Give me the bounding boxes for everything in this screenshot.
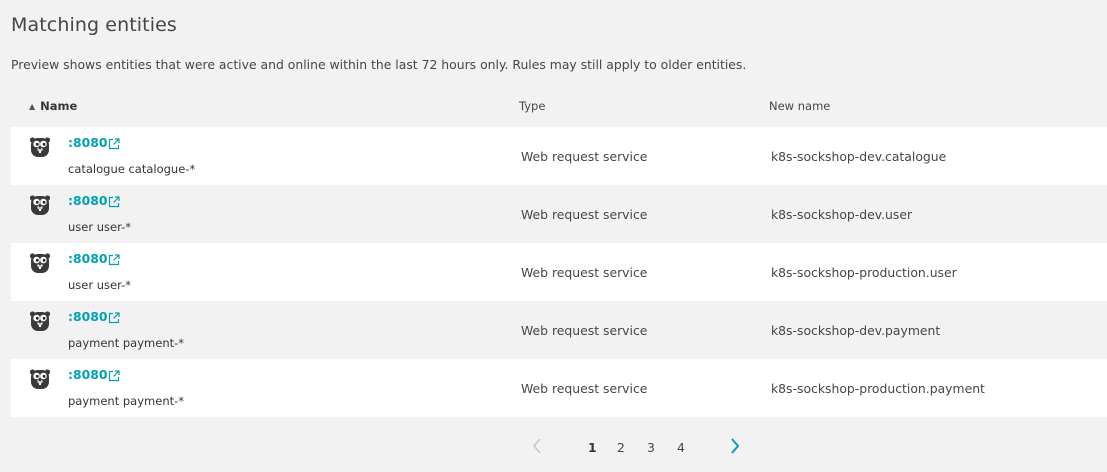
- external-link-icon[interactable]: [108, 251, 120, 266]
- entity-type: Web request service: [521, 381, 648, 396]
- entity-detection-rule: payment payment-*: [68, 336, 185, 350]
- page-4-button[interactable]: 4: [677, 440, 685, 455]
- page-1-button[interactable]: 1: [588, 440, 597, 455]
- entity-detection-rule: user user-*: [68, 220, 131, 234]
- chevron-left-icon[interactable]: [530, 436, 544, 456]
- entity-detection-rule: catalogue catalogue-*: [68, 162, 196, 176]
- entity-new-name: k8s-sockshop-production.payment: [771, 381, 985, 396]
- entity-type: Web request service: [521, 323, 648, 338]
- column-header-type: Type: [519, 99, 546, 113]
- entity-link[interactable]: :8080: [68, 193, 107, 208]
- go-gopher-icon: [28, 251, 52, 275]
- go-gopher-icon: [28, 309, 52, 333]
- column-header-name[interactable]: ▲ Name: [29, 99, 77, 113]
- table-row: :8080 catalogue catalogue-* Web request …: [11, 127, 1107, 185]
- sort-up-icon: ▲: [29, 102, 36, 111]
- entity-new-name: k8s-sockshop-dev.user: [771, 207, 913, 222]
- external-link-icon[interactable]: [108, 135, 120, 150]
- section-title: Matching entities: [11, 14, 177, 36]
- go-gopher-icon: [28, 367, 52, 391]
- table-body: :8080 catalogue catalogue-* Web request …: [11, 127, 1107, 417]
- entity-link[interactable]: :8080: [68, 309, 107, 324]
- external-link-icon[interactable]: [108, 193, 120, 208]
- entities-table: ▲ Name Type New name :8080 catalogue cata…: [11, 92, 1107, 417]
- entity-type: Web request service: [521, 265, 648, 280]
- entity-link[interactable]: :8080: [68, 251, 107, 266]
- go-gopher-icon: [28, 135, 52, 159]
- entity-new-name: k8s-sockshop-dev.catalogue: [771, 149, 947, 164]
- column-header-new-name: New name: [769, 99, 831, 113]
- table-header: ▲ Name Type New name: [11, 92, 1107, 127]
- page-2-button[interactable]: 2: [617, 440, 625, 455]
- entity-detection-rule: user user-*: [68, 278, 131, 292]
- entity-detection-rule: payment payment-*: [68, 394, 185, 408]
- entity-type: Web request service: [521, 207, 648, 222]
- entity-new-name: k8s-sockshop-production.user: [771, 265, 957, 280]
- pagination: 1 2 3 4: [0, 436, 1107, 460]
- entity-type: Web request service: [521, 149, 648, 164]
- page-3-button[interactable]: 3: [647, 440, 655, 455]
- table-row: :8080 user user-* Web request service k8…: [11, 243, 1107, 301]
- column-header-name-label: Name: [40, 99, 78, 113]
- entity-link[interactable]: :8080: [68, 135, 107, 150]
- chevron-right-icon[interactable]: [728, 436, 742, 456]
- section-description: Preview shows entities that were active …: [11, 57, 747, 72]
- table-row: :8080 payment payment-* Web request serv…: [11, 301, 1107, 359]
- matching-entities-panel: Matching entities Preview shows entities…: [0, 0, 1107, 472]
- external-link-icon[interactable]: [108, 309, 120, 324]
- go-gopher-icon: [28, 193, 52, 217]
- table-row: :8080 payment payment-* Web request serv…: [11, 359, 1107, 417]
- table-row: :8080 user user-* Web request service k8…: [11, 185, 1107, 243]
- entity-new-name: k8s-sockshop-dev.payment: [771, 323, 941, 338]
- entity-link[interactable]: :8080: [68, 367, 107, 382]
- external-link-icon[interactable]: [108, 367, 120, 382]
